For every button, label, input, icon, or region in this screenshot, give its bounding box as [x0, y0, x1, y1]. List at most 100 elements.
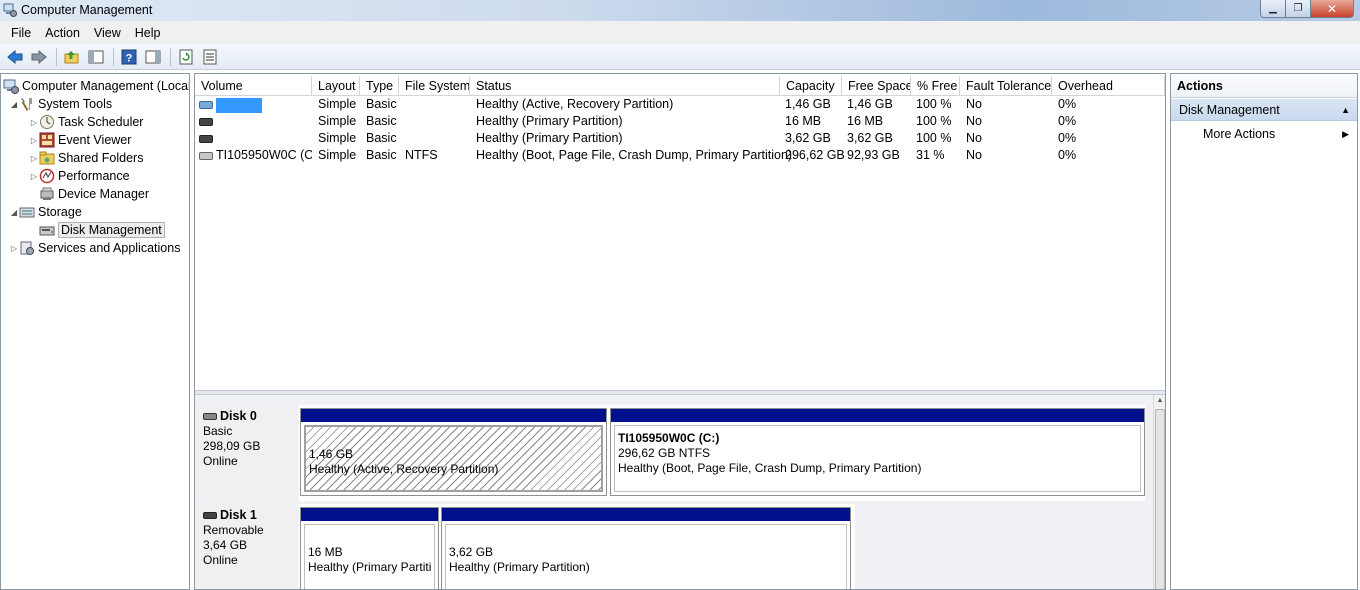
refresh-button[interactable]	[175, 46, 197, 68]
table-row[interactable]: Simple Basic Healthy (Primary Partition)…	[195, 130, 1165, 147]
disk-0-info[interactable]: Disk 0 Basic 298,09 GB Online	[197, 405, 297, 501]
performance-icon	[39, 168, 55, 184]
percent-free-cell: 31 %	[916, 148, 945, 162]
collapsed-arrow-icon[interactable]: ▷	[9, 244, 19, 253]
disk-1-info[interactable]: Disk 1 Removable 3,64 GB Online	[197, 504, 297, 589]
refresh-icon	[179, 49, 193, 64]
tree-label: System Tools	[38, 97, 113, 111]
table-row[interactable]: Simple Basic Healthy (Active, Recovery P…	[195, 96, 1165, 113]
disk-state: Online	[203, 553, 238, 567]
tree-label: Task Scheduler	[58, 115, 144, 129]
collapsed-arrow-icon[interactable]: ▷	[29, 172, 39, 181]
close-button[interactable]: ✕	[1311, 0, 1354, 18]
column-header-type[interactable]: Type	[360, 76, 399, 96]
properties-icon	[203, 49, 217, 64]
layout-cell: Simple	[318, 97, 357, 111]
overhead-cell: 0%	[1058, 131, 1077, 145]
partition-title	[308, 530, 431, 545]
capacity-cell: 1,46 GB	[785, 97, 831, 111]
services-icon	[20, 241, 34, 255]
partition-title	[309, 432, 598, 447]
maximize-button[interactable]: ❐	[1286, 0, 1311, 18]
type-cell: Basic	[366, 148, 397, 162]
table-row[interactable]: Simple Basic Healthy (Primary Partition)…	[195, 113, 1165, 130]
partition-size: 3,62 GB	[449, 545, 494, 559]
show-hide-tree-icon	[88, 50, 104, 63]
disk-management-icon	[39, 226, 55, 236]
back-button[interactable]	[4, 46, 26, 68]
collapse-up-icon[interactable]: ▲	[1341, 99, 1350, 121]
tree-node-task-scheduler[interactable]: ▷ Task Scheduler	[29, 113, 143, 131]
tree-node-system-tools[interactable]: ◢ System Tools	[9, 95, 112, 113]
tree-node-disk-management[interactable]: Disk Management	[39, 221, 165, 239]
partition-c-drive[interactable]: TI105950W0C (C:) 296,62 GB NTFS Healthy …	[610, 408, 1145, 496]
properties-button[interactable]	[199, 46, 221, 68]
collapsed-arrow-icon[interactable]: ▷	[29, 136, 39, 145]
partition-bar	[611, 409, 1144, 422]
expanded-arrow-icon[interactable]: ◢	[9, 100, 19, 109]
tree-node-computer-management[interactable]: Computer Management (Local	[3, 77, 189, 95]
volume-cell	[195, 130, 312, 147]
partition-bar	[442, 508, 850, 521]
tree-node-shared-folders[interactable]: ▷ Shared Folders	[29, 149, 144, 167]
toolbar-separator	[170, 47, 171, 66]
partition-bar	[301, 409, 606, 422]
tree-node-performance[interactable]: ▷ Performance	[29, 167, 130, 185]
free-space-cell: 16 MB	[847, 114, 884, 128]
collapsed-arrow-icon[interactable]: ▷	[29, 118, 39, 127]
more-actions-item[interactable]: More Actions ▶	[1171, 124, 1357, 144]
forward-button[interactable]	[28, 46, 50, 68]
menu-help[interactable]: Help	[128, 26, 168, 40]
forward-arrow-icon	[31, 49, 47, 64]
tools-icon	[21, 98, 32, 111]
tree-label: Performance	[58, 169, 130, 183]
layout-cell: Simple	[318, 114, 357, 128]
column-header-free-space[interactable]: Free Space	[842, 76, 911, 96]
tree-label: Event Viewer	[58, 133, 132, 147]
drive-icon	[199, 117, 213, 126]
tree-node-event-viewer[interactable]: ▷ Event Viewer	[29, 131, 131, 149]
vertical-scrollbar[interactable]: ▲	[1153, 395, 1165, 589]
partition-title	[449, 530, 843, 545]
column-header-layout[interactable]: Layout	[312, 76, 360, 96]
disk-0-partitions: 1,46 GB Healthy (Active, Recovery Partit…	[299, 405, 1145, 501]
menu-file[interactable]: File	[4, 26, 38, 40]
partition-size: 296,62 GB NTFS	[618, 446, 711, 460]
tree-node-device-manager[interactable]: Device Manager	[39, 185, 149, 203]
column-header-capacity[interactable]: Capacity	[780, 76, 842, 96]
tree-node-services-and-applications[interactable]: ▷ Services and Applications	[9, 239, 180, 257]
partition-size: 1,46 GB	[309, 447, 354, 461]
scrollbar-thumb[interactable]	[1155, 409, 1165, 589]
tree-label: Device Manager	[58, 187, 150, 201]
column-header-percent-free[interactable]: % Free	[911, 76, 960, 96]
collapsed-arrow-icon[interactable]: ▷	[29, 154, 39, 163]
actions-section-disk-management[interactable]: Disk Management ▲	[1171, 99, 1357, 121]
table-row[interactable]: TI105950W0C (C:) Simple Basic NTFS Healt…	[195, 147, 1165, 164]
status-cell: Healthy (Primary Partition)	[476, 114, 623, 128]
column-header-overhead[interactable]: Overhead	[1052, 76, 1165, 96]
type-cell: Basic	[366, 114, 397, 128]
minimize-button[interactable]: ▁	[1260, 0, 1286, 18]
column-header-fault-tolerance[interactable]: Fault Tolerance	[960, 76, 1052, 96]
tree-node-storage[interactable]: ◢ Storage	[9, 203, 82, 221]
scroll-up-icon[interactable]: ▲	[1154, 395, 1165, 407]
disk-name: Disk 1	[220, 508, 257, 522]
fault-tolerance-cell: No	[966, 131, 982, 145]
computer-management-icon	[3, 3, 17, 17]
partition-16mb[interactable]: 16 MB Healthy (Primary Partiti	[300, 507, 439, 589]
partition-title: TI105950W0C (C:)	[618, 431, 720, 445]
column-header-file-system[interactable]: File System	[399, 76, 470, 96]
column-header-status[interactable]: Status	[470, 76, 780, 96]
expanded-arrow-icon[interactable]: ◢	[9, 208, 19, 217]
menu-action[interactable]: Action	[38, 26, 87, 40]
column-header-volume[interactable]: Volume	[195, 76, 312, 96]
partition-recovery[interactable]: 1,46 GB Healthy (Active, Recovery Partit…	[300, 408, 607, 496]
partition-3-62gb[interactable]: 3,62 GB Healthy (Primary Partition)	[441, 507, 851, 589]
show-hide-action-pane-button[interactable]	[142, 46, 164, 68]
up-one-level-button[interactable]	[61, 46, 83, 68]
disk-kind: Removable	[203, 523, 264, 537]
help-button[interactable]: ?	[118, 46, 140, 68]
show-hide-tree-button[interactable]	[85, 46, 107, 68]
event-viewer-icon	[39, 132, 55, 148]
menu-view[interactable]: View	[87, 26, 128, 40]
